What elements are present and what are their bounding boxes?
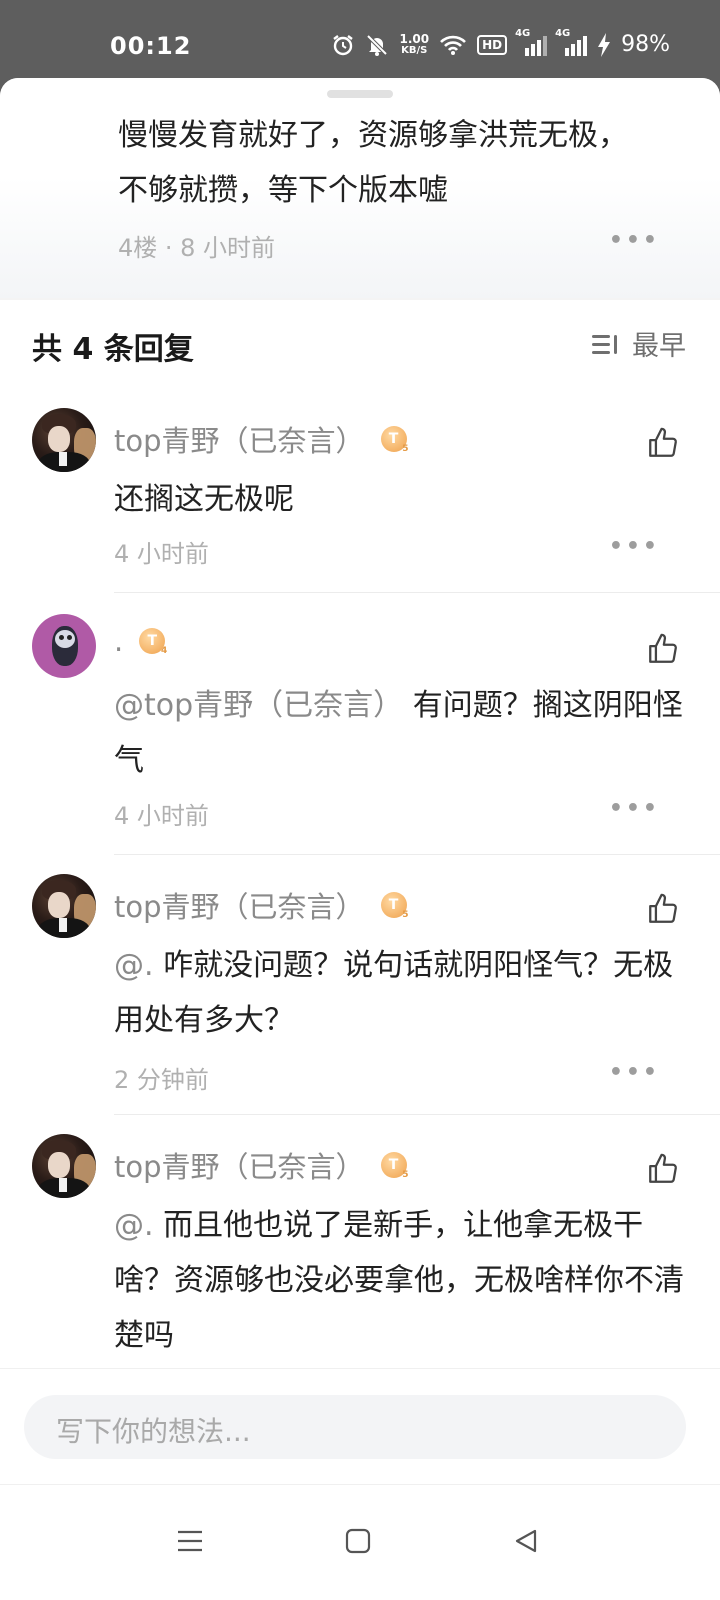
comment-input-bar: 写下你的想法... — [0, 1368, 720, 1485]
parent-comment-meta: 4楼 · 8 小时前 — [118, 234, 276, 262]
alarm-icon — [331, 33, 355, 57]
level-number: 4 — [160, 646, 168, 656]
mute-icon — [365, 33, 389, 57]
sort-label: 最早 — [632, 331, 686, 362]
status-bar: 00:12 1.00 KB/S HD 4G 4G 98% — [0, 0, 720, 84]
reply-item: . T4 @top青野（已奈言） 有问题？搁这阴阳怪气 4 小时前 ••• — [0, 614, 720, 864]
signal-2-label: 4G — [555, 27, 571, 39]
reply-time: 4 小时前 — [114, 540, 209, 568]
level-badge: T4 — [139, 628, 168, 656]
thumbs-up-icon[interactable] — [646, 892, 680, 926]
more-icon[interactable]: ••• — [609, 228, 660, 253]
signal-1-icon: 4G — [515, 28, 548, 56]
avatar[interactable] — [32, 1134, 96, 1198]
reply-item: top青野（已奈言） T5 还搁这无极呢 4 小时前 ••• — [0, 408, 720, 598]
level-number: 5 — [402, 1170, 409, 1180]
username-text: top青野（已奈言） — [114, 890, 365, 924]
parent-comment-line-2: 不够就攒，等下个版本嘘 — [118, 173, 448, 208]
reply-item: top青野（已奈言） T5 @. 而且他也说了是新手，让他拿无极干啥？资源够也没… — [0, 1134, 720, 1374]
reply-time: 2 分钟前 — [114, 1066, 209, 1094]
signal-1-label: 4G — [515, 27, 531, 39]
reply-time: 4 小时前 — [114, 802, 209, 830]
reply-content: @. 咋就没问题？说句话就阴阳怪气？无极用处有多大？ — [114, 938, 684, 1048]
thumbs-up-icon[interactable] — [646, 632, 680, 666]
hd-badge: HD — [477, 34, 508, 55]
net-speed-value: 1.00 — [399, 31, 430, 46]
mention-link[interactable]: @. — [114, 948, 154, 983]
more-icon[interactable]: ••• — [609, 1060, 660, 1085]
avatar[interactable] — [32, 874, 96, 938]
more-icon[interactable]: ••• — [609, 534, 660, 559]
parent-comment: 慢慢发育就好了，资源够拿洪荒无极， 不够就攒，等下个版本嘘 4楼 · 8 小时前… — [0, 78, 720, 298]
menu-icon[interactable] — [170, 1521, 210, 1561]
back-icon[interactable] — [506, 1521, 546, 1561]
reply-count: 共 4 条回复 — [32, 332, 194, 367]
username-text: top青野（已奈言） — [114, 424, 365, 458]
separator — [114, 1114, 720, 1115]
thumbs-up-icon[interactable] — [646, 1152, 680, 1186]
status-time: 00:12 — [110, 32, 192, 60]
username-text: top青野（已奈言） — [114, 1150, 365, 1184]
level-letter: T — [147, 633, 157, 649]
level-number: 5 — [402, 910, 409, 920]
more-icon[interactable]: ••• — [609, 796, 660, 821]
level-badge: T5 — [380, 1152, 409, 1180]
level-badge: T5 — [380, 426, 409, 454]
system-nav-bar — [0, 1484, 720, 1600]
replies-header: 共 4 条回复 最早 — [0, 300, 720, 390]
charging-icon — [597, 32, 611, 57]
level-letter: T — [388, 1157, 399, 1173]
reply-item: top青野（已奈言） T5 @. 咋就没问题？说句话就阴阳怪气？无极用处有多大？… — [0, 874, 720, 1124]
comment-input-placeholder: 写下你的想法... — [56, 1415, 251, 1448]
reply-content: @top青野（已奈言） 有问题？搁这阴阳怪气 — [114, 678, 684, 788]
reply-text: 还搁这无极呢 — [114, 482, 294, 517]
thumbs-up-icon[interactable] — [646, 426, 680, 460]
reply-text: 咋就没问题？说句话就阴阳怪气？无极用处有多大？ — [114, 948, 674, 1038]
separator — [114, 592, 720, 593]
status-icons: 1.00 KB/S HD 4G 4G 98% — [331, 28, 670, 57]
reply-content: 还搁这无极呢 — [114, 472, 684, 527]
level-letter: T — [388, 431, 399, 447]
net-speed: 1.00 KB/S — [399, 33, 429, 57]
avatar[interactable] — [32, 614, 96, 678]
net-speed-unit: KB/S — [401, 44, 428, 56]
replies-sheet: 慢慢发育就好了，资源够拿洪荒无极， 不够就攒，等下个版本嘘 4楼 · 8 小时前… — [0, 78, 720, 1600]
comment-input[interactable]: 写下你的想法... — [24, 1395, 686, 1459]
wifi-icon — [439, 34, 467, 56]
reply-content: @. 而且他也说了是新手，让他拿无极干啥？资源够也没必要拿他，无极啥样你不清楚吗 — [114, 1198, 684, 1363]
reply-username[interactable]: top青野（已奈言） T5 — [114, 418, 409, 460]
sort-button[interactable]: 最早 — [592, 324, 686, 363]
level-letter: T — [388, 897, 399, 913]
level-badge: T5 — [380, 892, 409, 920]
mention-link[interactable]: @. — [114, 1208, 154, 1243]
parent-comment-text: 慢慢发育就好了，资源够拿洪荒无极， 不够就攒，等下个版本嘘 — [118, 108, 678, 218]
signal-2-icon: 4G — [555, 28, 588, 56]
sheet-grabber[interactable] — [327, 90, 393, 98]
sort-icon — [592, 333, 622, 355]
avatar[interactable] — [32, 408, 96, 472]
parent-comment-line-1: 慢慢发育就好了，资源够拿洪荒无极， — [118, 118, 628, 153]
separator — [114, 854, 720, 855]
reply-text: 而且他也说了是新手，让他拿无极干啥？资源够也没必要拿他，无极啥样你不清楚吗 — [114, 1208, 684, 1353]
level-number: 5 — [402, 444, 409, 454]
reply-username[interactable]: top青野（已奈言） T5 — [114, 1144, 409, 1186]
mention-link[interactable]: @top青野（已奈言） — [114, 688, 403, 723]
battery-level: 98% — [621, 32, 670, 57]
reply-username[interactable]: . T4 — [114, 624, 168, 658]
home-icon[interactable] — [338, 1521, 378, 1561]
username-text: . — [114, 624, 124, 658]
reply-username[interactable]: top青野（已奈言） T5 — [114, 884, 409, 926]
